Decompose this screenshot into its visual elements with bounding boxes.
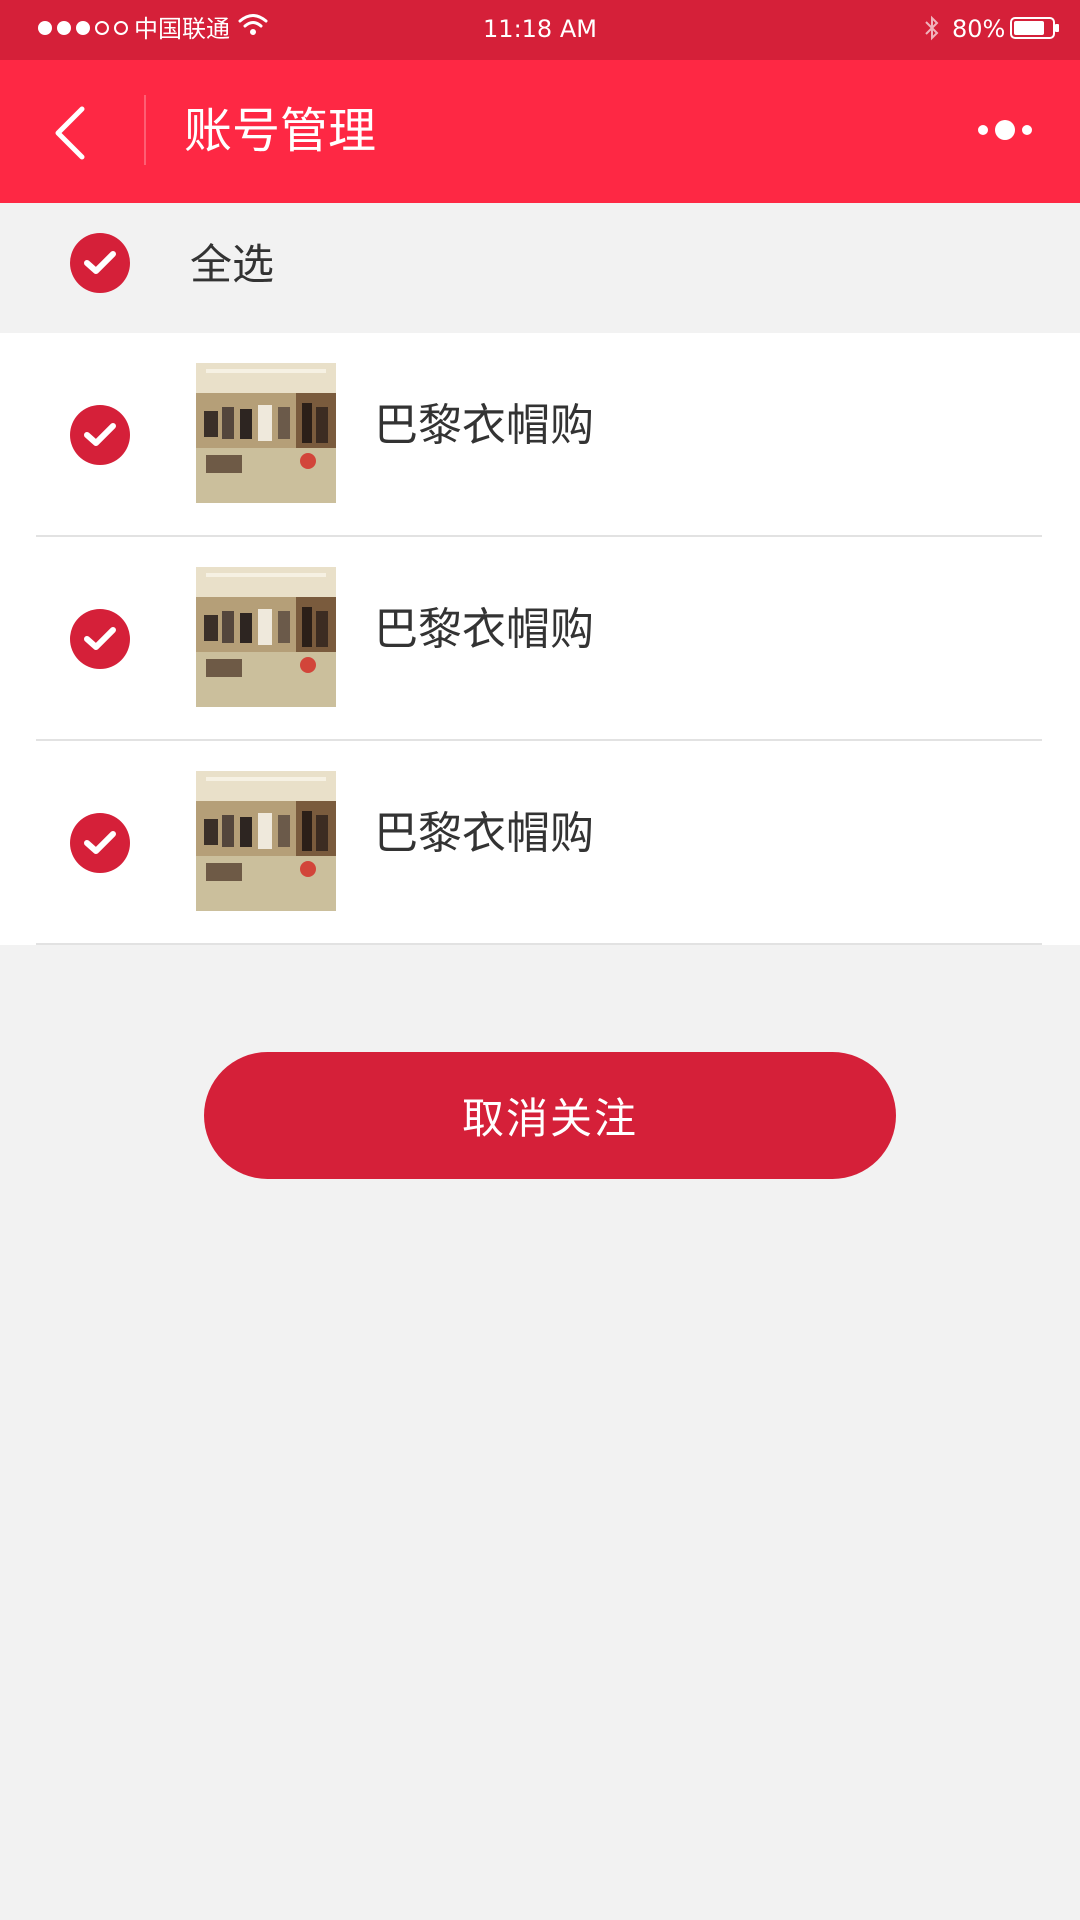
more-dots-icon [1022,125,1032,135]
account-name: 巴黎衣帽购 [374,604,594,655]
select-all-checkbox[interactable] [70,233,130,293]
check-icon [84,831,116,854]
check-icon [84,423,116,446]
item-checkbox[interactable] [70,813,130,873]
store-thumbnail [196,771,336,911]
store-photo [196,363,336,503]
list-item[interactable]: 巴黎衣帽购 [0,741,1080,945]
chevron-left-icon [55,106,85,160]
back-button[interactable] [40,98,100,168]
bluetooth-icon [925,15,939,41]
more-dots-icon [978,125,988,135]
select-all-label: 全选 [190,240,275,289]
battery-percentage: 80% [952,15,1006,43]
more-dots-icon [995,120,1015,140]
more-button[interactable] [970,105,1040,155]
list-item[interactable]: 巴黎衣帽购 [0,537,1080,741]
check-icon [84,627,116,650]
battery-icon [1010,17,1059,39]
divider [36,943,1042,945]
store-photo [196,567,336,707]
page-title: 账号管理 [184,103,377,159]
unfollow-button[interactable]: 取消关注 [204,1052,896,1179]
check-icon [84,251,116,274]
account-name: 巴黎衣帽购 [374,808,594,859]
status-bar: 中国联通 11:18 AM 80% [0,0,1080,60]
item-checkbox[interactable] [70,609,130,669]
header-divider [144,95,146,165]
store-photo [196,771,336,911]
select-all-row[interactable]: 全选 [0,203,1080,333]
item-checkbox[interactable] [70,405,130,465]
list-item[interactable]: 巴黎衣帽购 [0,333,1080,537]
account-list: 巴黎衣帽购 巴黎衣帽购 巴黎衣帽购 [0,333,1080,945]
status-time: 11:18 AM [483,15,597,43]
account-name: 巴黎衣帽购 [374,400,594,451]
store-thumbnail [196,363,336,503]
store-thumbnail [196,567,336,707]
nav-header: 账号管理 [0,60,1080,203]
